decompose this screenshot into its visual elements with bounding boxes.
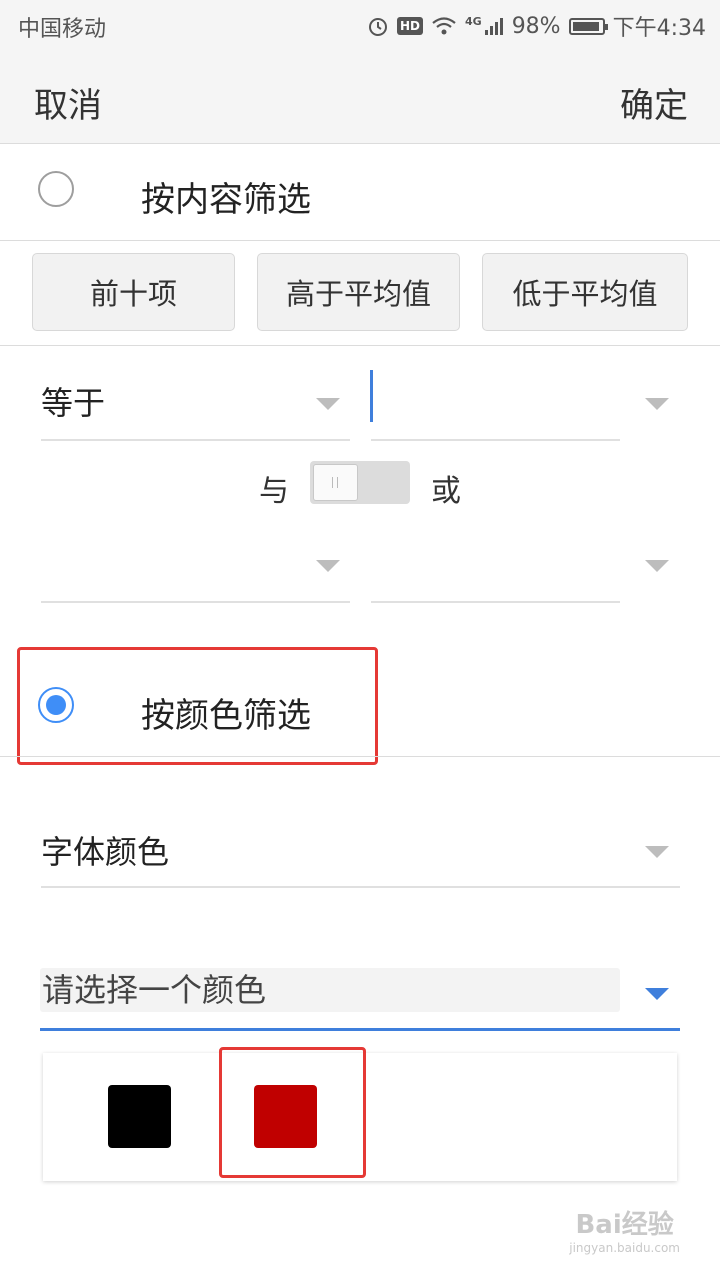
clock: 下午4:34: [612, 16, 706, 41]
dialog-header: 取消 确定: [0, 50, 720, 144]
filter-by-content-label: 按内容筛选: [141, 180, 311, 220]
below-average-button[interactable]: 低于平均值: [482, 253, 688, 331]
chevron-down-icon[interactable]: [645, 560, 669, 572]
field-underline: [41, 601, 350, 603]
confirm-button[interactable]: 确定: [620, 78, 688, 127]
color-select-underline: [40, 1028, 680, 1031]
and-or-toggle[interactable]: [310, 461, 410, 504]
network-type: 4G: [465, 14, 482, 28]
wifi-icon: [432, 17, 456, 35]
battery-percent: 98%: [511, 13, 561, 39]
status-icons: HD 4G 98% 下午4:34: [367, 10, 706, 42]
divider: [0, 756, 720, 757]
annotation-highlight: [17, 647, 378, 765]
cancel-button[interactable]: 取消: [34, 78, 102, 127]
field-underline: [371, 439, 620, 441]
baidu-jingyan-watermark: Bai经验 jingyan.baidu.com: [569, 1212, 680, 1254]
field-underline: [41, 439, 350, 441]
text-cursor: [370, 370, 373, 422]
watermark-brand: Bai经验: [575, 1210, 674, 1240]
above-average-button[interactable]: 高于平均值: [257, 253, 460, 331]
black-swatch[interactable]: [108, 1085, 171, 1148]
status-bar: 中国移动 HD 4G 98% 下午4:34: [0, 0, 720, 50]
divider: [0, 345, 720, 346]
field-underline: [41, 886, 680, 888]
alarm-icon: [368, 18, 387, 36]
annotation-highlight: [219, 1047, 366, 1178]
carrier-name: 中国移动: [18, 17, 107, 42]
filter-by-content-radio[interactable]: [38, 171, 74, 207]
signal-icon: [484, 18, 503, 35]
and-label: 与: [259, 474, 289, 509]
watermark-url: jingyan.baidu.com: [569, 1241, 680, 1255]
condition1-operator-value: 等于: [41, 384, 106, 422]
hd-icon: HD: [396, 17, 423, 35]
or-label: 或: [431, 474, 461, 509]
battery-icon: [568, 17, 608, 35]
chevron-down-icon[interactable]: [645, 988, 669, 1000]
color-type-value: 字体颜色: [41, 833, 170, 871]
chevron-down-icon: [316, 398, 340, 410]
toggle-knob: [313, 464, 358, 501]
color-picker-select[interactable]: 请选择一个颜色: [40, 968, 620, 1012]
chevron-down-icon[interactable]: [645, 398, 669, 410]
chevron-down-icon: [645, 846, 669, 858]
top-ten-button[interactable]: 前十项: [32, 253, 235, 331]
field-underline: [371, 601, 620, 603]
divider: [0, 240, 720, 241]
chevron-down-icon: [316, 560, 340, 572]
